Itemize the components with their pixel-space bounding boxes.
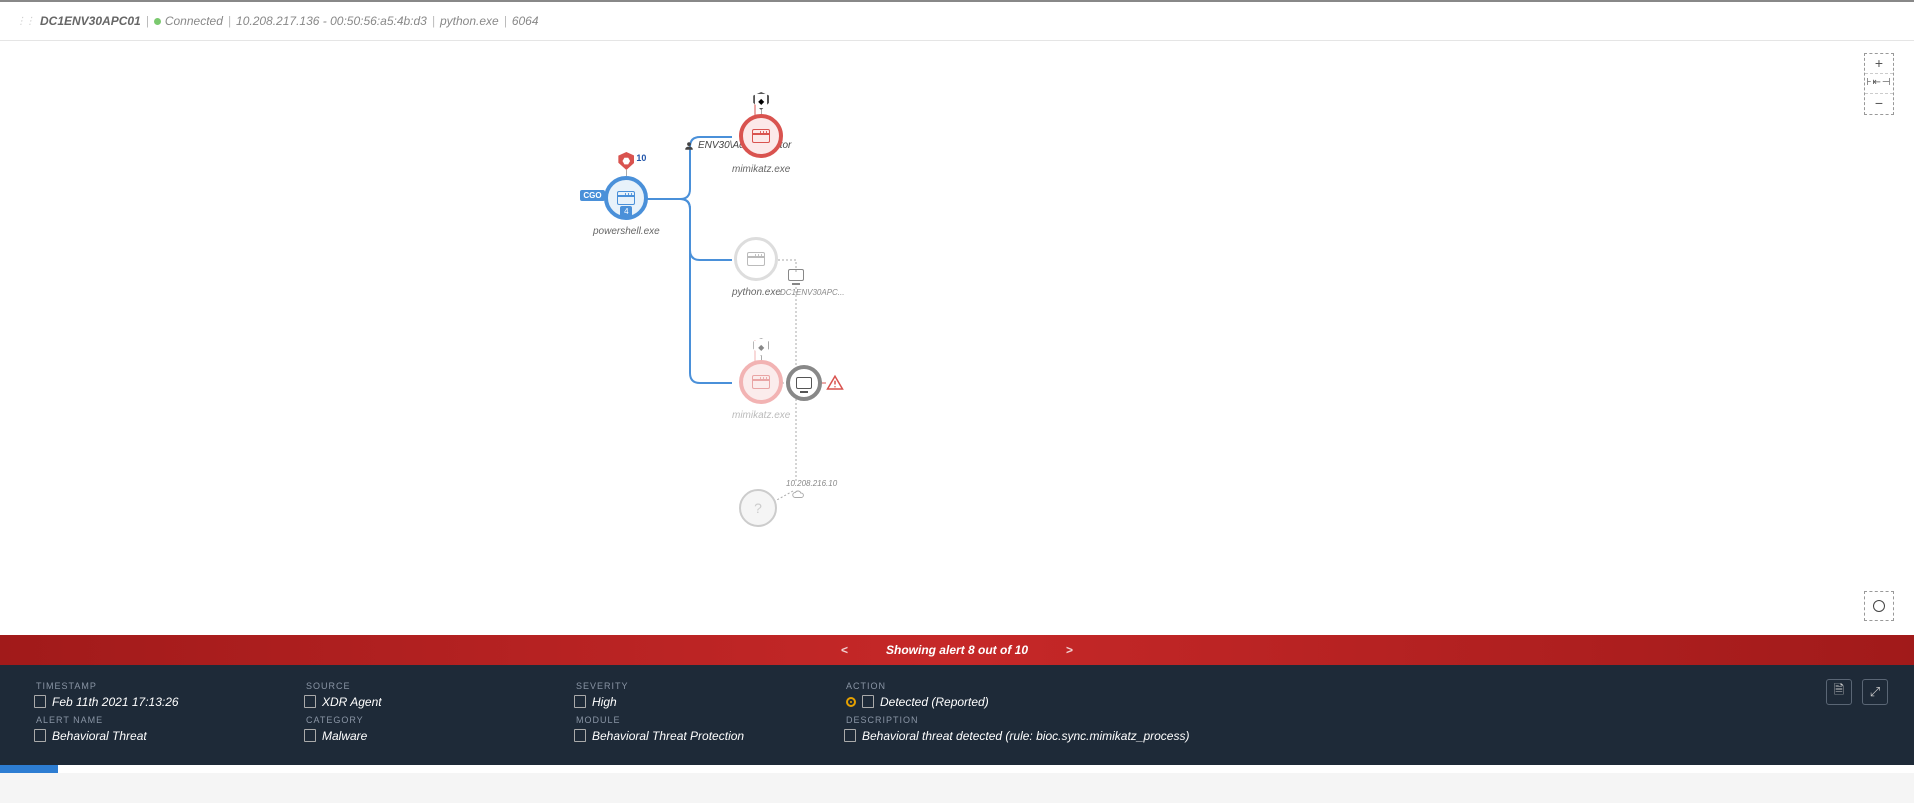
- node-mimikatz-1[interactable]: ◆ mimikatz.exe: [732, 114, 790, 175]
- category-value: Malware: [322, 729, 367, 743]
- copy-icon[interactable]: [306, 731, 316, 742]
- alertname-label: ALERT NAME: [36, 715, 306, 725]
- question-icon: ?: [754, 500, 762, 516]
- process-icon: [752, 375, 770, 389]
- host-mini-icon: [788, 269, 804, 281]
- description-label: DESCRIPTION: [846, 715, 1486, 725]
- monitor-icon: [788, 269, 804, 281]
- shield-icon: ◆: [753, 92, 769, 110]
- node-label: python.exe: [732, 287, 781, 298]
- severity-value: High: [592, 695, 617, 709]
- connection-status: Connected: [165, 14, 223, 28]
- node-label: mimikatz.exe: [732, 410, 790, 421]
- user-icon: [684, 141, 694, 151]
- zoom-out-button[interactable]: −: [1865, 94, 1893, 114]
- copy-icon[interactable]: [576, 731, 586, 742]
- alertname-value: Behavioral Threat: [52, 729, 147, 743]
- cloud-icon: [791, 487, 807, 505]
- ip-mac: 10.208.217.136 - 00:50:56:a5:4b:d3: [236, 14, 427, 28]
- shield-icon: ◆: [753, 338, 769, 356]
- process-name: python.exe: [440, 14, 499, 28]
- node-label: mimikatz.exe: [732, 164, 790, 175]
- copy-icon[interactable]: [864, 697, 874, 708]
- progress-bar: [0, 765, 1914, 773]
- copy-icon[interactable]: [576, 697, 586, 708]
- copy-icon[interactable]: [846, 731, 856, 742]
- child-count-badge: 4: [620, 206, 632, 218]
- panel-action-buttons: 🗎 ⤢: [1826, 679, 1888, 705]
- node-mimikatz-2[interactable]: ◆ mimikatz.exe: [732, 360, 790, 421]
- recenter-button[interactable]: [1864, 591, 1894, 621]
- warning-icon: [826, 374, 844, 397]
- graph-edges: [0, 41, 1914, 635]
- zoom-in-button[interactable]: +: [1865, 54, 1893, 74]
- description-value: Behavioral threat detected (rule: bioc.s…: [862, 729, 1189, 743]
- causality-graph-canvas[interactable]: ENV30\Administrator ⬣ 10 CGO 4 powershel…: [0, 41, 1914, 635]
- alert-nav-bar: < Showing alert 8 out of 10 >: [0, 635, 1914, 665]
- copy-icon[interactable]: [36, 731, 46, 742]
- expand-button[interactable]: ⤢: [1862, 679, 1888, 705]
- shield-badge: ◆: [753, 92, 769, 116]
- action-label: ACTION: [846, 681, 1486, 691]
- grip-icon: ⋮⋮: [16, 16, 34, 27]
- pulse-icon: [846, 697, 856, 707]
- node-powershell[interactable]: ⬣ 10 CGO 4 powershell.exe: [593, 176, 660, 237]
- action-value: Detected (Reported): [880, 695, 989, 709]
- node-monitor[interactable]: [786, 365, 822, 401]
- breadcrumb-bar: ⋮⋮ DC1ENV30APC01 | Connected | 10.208.21…: [0, 0, 1914, 41]
- module-value: Behavioral Threat Protection: [592, 729, 744, 743]
- zoom-controls: + ⊦⇤⊣ −: [1864, 53, 1894, 115]
- process-id: 6064: [512, 14, 539, 28]
- node-unknown[interactable]: ?: [739, 489, 777, 527]
- copy-icon[interactable]: [36, 697, 46, 708]
- category-label: CATEGORY: [306, 715, 576, 725]
- process-icon: [752, 129, 770, 143]
- export-button[interactable]: 🗎: [1826, 679, 1852, 705]
- alert-counter-text: Showing alert 8 out of 10: [886, 643, 1028, 657]
- severity-label: SEVERITY: [576, 681, 846, 691]
- host-mini-label: DC1ENV30APC...: [780, 288, 844, 297]
- timestamp-value: Feb 11th 2021 17:13:26: [52, 695, 179, 709]
- shield-icon: ⬣: [618, 152, 634, 170]
- zoom-fit-button[interactable]: ⊦⇤⊣: [1865, 74, 1893, 94]
- node-python[interactable]: python.exe: [732, 237, 781, 298]
- process-icon: [747, 252, 765, 266]
- copy-icon[interactable]: [306, 697, 316, 708]
- process-icon: [617, 191, 635, 205]
- alert-details-panel: TIMESTAMP Feb 11th 2021 17:13:26 SOURCE …: [0, 665, 1914, 765]
- node-label: powershell.exe: [593, 226, 660, 237]
- host-name: DC1ENV30APC01: [40, 14, 141, 28]
- cgo-tag: CGO: [580, 190, 604, 201]
- shield-badge: ◆: [753, 338, 769, 362]
- timestamp-label: TIMESTAMP: [36, 681, 306, 691]
- next-alert-button[interactable]: >: [1058, 643, 1081, 657]
- shield-badge: ⬣ 10: [618, 152, 634, 176]
- monitor-icon: [796, 377, 812, 389]
- status-dot-icon: [154, 18, 161, 25]
- source-value: XDR Agent: [322, 695, 382, 709]
- shield-count: 10: [634, 153, 648, 163]
- source-label: SOURCE: [306, 681, 576, 691]
- module-label: MODULE: [576, 715, 846, 725]
- prev-alert-button[interactable]: <: [833, 643, 856, 657]
